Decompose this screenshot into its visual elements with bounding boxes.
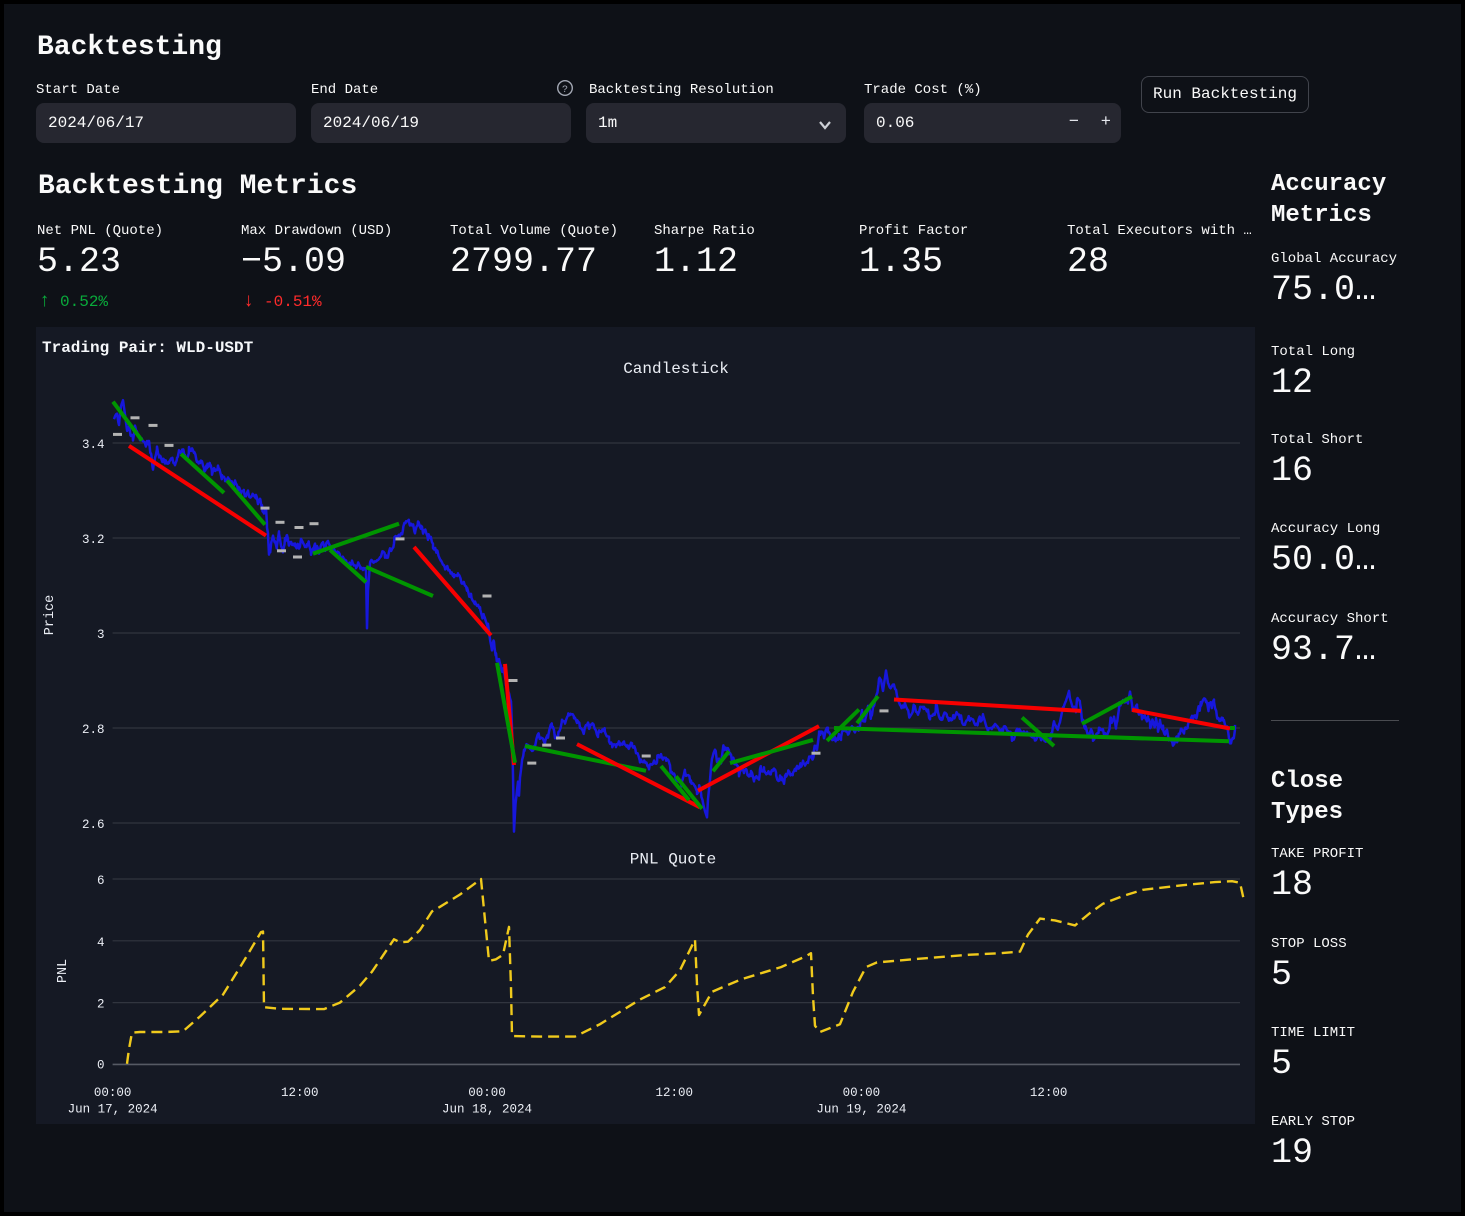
svg-text:00:00: 00:00 <box>94 1086 132 1100</box>
svg-text:Jun 19, 2024: Jun 19, 2024 <box>816 1103 906 1117</box>
svg-text:2: 2 <box>97 998 105 1012</box>
svg-text:Jun 17, 2024: Jun 17, 2024 <box>68 1103 158 1117</box>
svg-text:Candlestick: Candlestick <box>623 360 729 378</box>
svg-text:3: 3 <box>97 628 105 642</box>
svg-text:6: 6 <box>97 874 105 888</box>
svg-text:0: 0 <box>97 1059 105 1073</box>
svg-text:4: 4 <box>97 936 105 950</box>
svg-text:3.4: 3.4 <box>82 438 105 452</box>
svg-text:Jun 18, 2024: Jun 18, 2024 <box>442 1103 532 1117</box>
svg-text:PNL Quote: PNL Quote <box>630 851 716 869</box>
svg-text:PNL: PNL <box>56 959 71 983</box>
svg-text:?: ? <box>562 85 568 96</box>
svg-text:12:00: 12:00 <box>655 1086 693 1100</box>
svg-text:00:00: 00:00 <box>843 1086 881 1100</box>
svg-text:12:00: 12:00 <box>1030 1086 1068 1100</box>
svg-text:Price: Price <box>43 595 58 636</box>
svg-text:12:00: 12:00 <box>281 1086 319 1100</box>
svg-text:Trading Pair: WLD-USDT: Trading Pair: WLD-USDT <box>42 339 254 357</box>
svg-text:3.2: 3.2 <box>82 533 105 547</box>
svg-text:2.6: 2.6 <box>82 818 105 832</box>
svg-text:2.8: 2.8 <box>82 723 105 737</box>
svg-text:00:00: 00:00 <box>468 1086 506 1100</box>
